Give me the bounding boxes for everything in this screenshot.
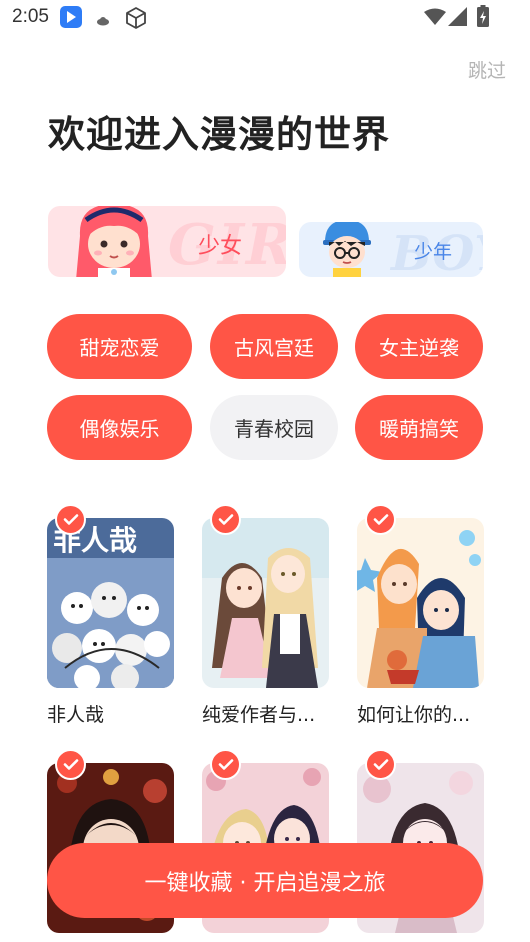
gender-boy-label: 少年 [414, 241, 453, 263]
boy-avatar-icon [317, 222, 377, 277]
check-icon[interactable] [365, 749, 396, 780]
gender-boy-card[interactable]: BOY 少年 [299, 222, 483, 277]
gender-girl-label: 少女 [198, 234, 243, 259]
tag-idol-entertainment[interactable]: 偶像娱乐 [47, 395, 192, 460]
gender-girl-card[interactable]: GIRL 少女 [48, 206, 286, 277]
comic-title: 纯爱作者与... [202, 704, 316, 726]
check-icon[interactable] [365, 504, 396, 535]
battery-icon [477, 5, 489, 31]
tag-sweet-romance[interactable]: 甜宠恋爱 [47, 314, 192, 379]
check-icon[interactable] [55, 749, 86, 780]
tag-cute-comedy[interactable]: 暖萌搞笑 [355, 395, 483, 460]
comic-cover[interactable] [202, 518, 329, 688]
comic-title: 如何让你的... [357, 704, 471, 726]
check-icon[interactable] [210, 504, 241, 535]
tag-heroine-comeback[interactable]: 女主逆袭 [355, 314, 483, 379]
cell-signal-icon [448, 7, 467, 30]
comic-cover[interactable] [357, 518, 484, 688]
comic-cover[interactable]: 非人哉 [47, 518, 174, 688]
app-notification-icon [60, 6, 82, 32]
cloud-icon [96, 11, 110, 30]
skip-button[interactable]: 跳过 [468, 56, 506, 83]
status-bar: 2:05 [0, 0, 530, 36]
check-icon[interactable] [55, 504, 86, 535]
cube-icon [125, 6, 147, 34]
collect-all-button[interactable]: 一键收藏 · 开启追漫之旅 [47, 843, 483, 918]
wifi-icon [424, 8, 446, 30]
tag-youth-campus[interactable]: 青春校园 [210, 395, 338, 460]
status-time: 2:05 [12, 6, 49, 27]
comic-title: 非人哉 [47, 704, 105, 726]
check-icon[interactable] [210, 749, 241, 780]
page-title: 欢迎进入漫漫的世界 [48, 113, 390, 156]
tag-ancient-palace[interactable]: 古风宫廷 [210, 314, 338, 379]
girl-avatar-icon [68, 206, 160, 277]
